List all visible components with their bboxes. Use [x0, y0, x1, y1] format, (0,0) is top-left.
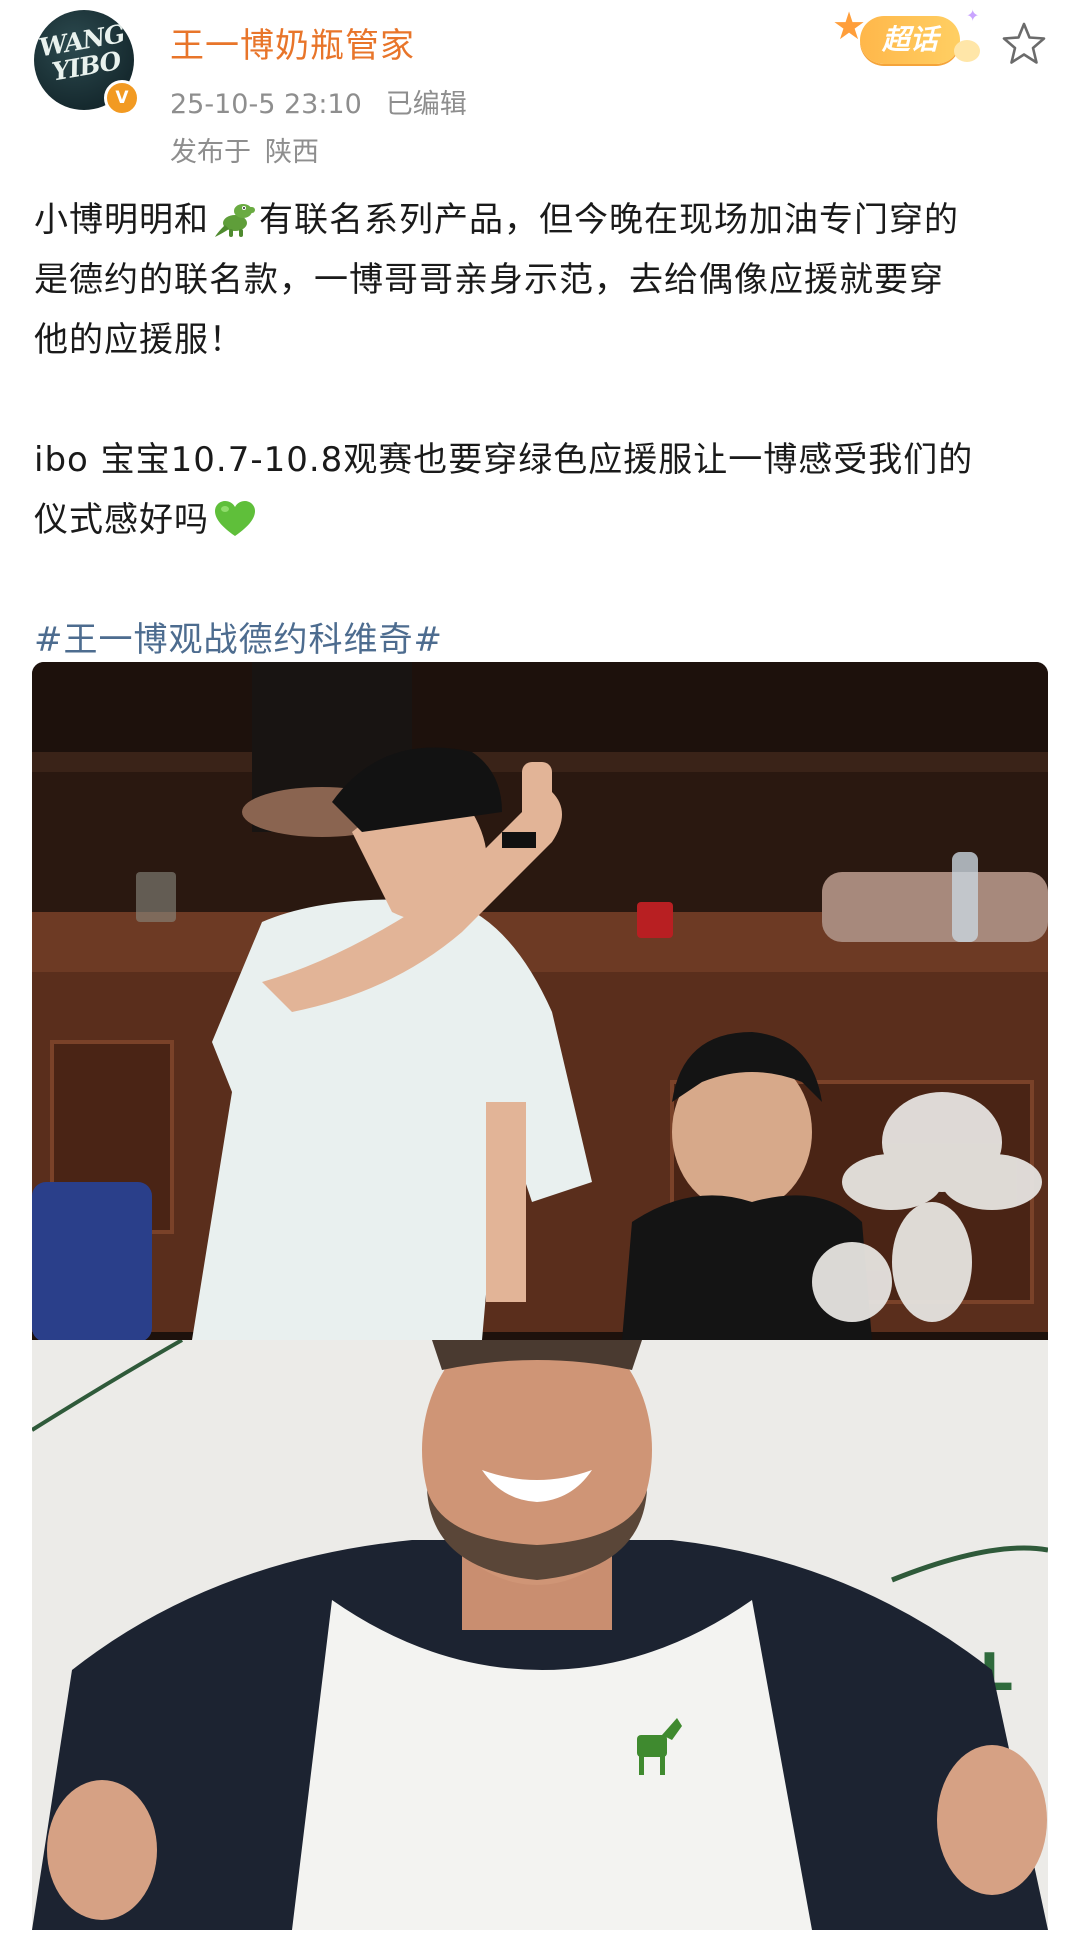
avatar-logo-text: WANG YIBO	[36, 18, 127, 87]
location-prefix: 发布于	[170, 137, 251, 168]
post-image-1[interactable]	[32, 662, 1048, 1340]
super-topic-label: 超话	[860, 16, 960, 64]
post-content: 小博明明和 有联名系列产品，但今晚在现场加油专门穿的 是德约的联名款，一博哥哥亲…	[34, 190, 1054, 670]
sparkle-icon: ✦	[966, 6, 980, 25]
weibo-post: WANG YIBO V 王一博奶瓶管家 25-10-5 23:10 已编辑 发布于…	[0, 0, 1080, 1945]
player-photo-illustration: B L	[32, 1340, 1048, 1930]
para1-text-b: 有联名系列产品，但今晚在现场加油专门穿的	[259, 200, 959, 240]
edited-label[interactable]: 已编辑	[386, 89, 467, 120]
post-location: 发布于 陕西	[170, 130, 319, 169]
verified-badge-icon: V	[104, 80, 140, 116]
topic-hashtag-link[interactable]: #王一博观战德约科维奇#	[34, 610, 1054, 670]
post-paragraph-2-line-2: 仪式感好吗	[34, 490, 1054, 550]
post-paragraph-1: 小博明明和 有联名系列产品，但今晚在现场加油专门穿的	[34, 190, 1054, 250]
star-outline-icon[interactable]	[1000, 20, 1048, 68]
post-paragraph-2: ibo 宝宝10.7-10.8观赛也要穿绿色应援服让一博感受我们的	[34, 440, 974, 480]
post-timestamp: 25-10-5 23:10	[170, 89, 362, 120]
post-paragraph-1-line-2: 是德约的联名款，一博哥哥亲身示范，去给偶像应援就要穿	[34, 260, 944, 300]
crocodile-emoji-icon	[215, 204, 255, 237]
author-name[interactable]: 王一博奶瓶管家	[170, 18, 415, 67]
post-header: WANG YIBO V 王一博奶瓶管家 25-10-5 23:10 已编辑 发布于…	[0, 0, 1080, 185]
stadium-photo-illustration	[32, 662, 1048, 1340]
super-topic-button[interactable]: ★ 超话 ✦	[826, 4, 986, 74]
super-topic-bubble-tail	[954, 40, 980, 62]
paragraph-spacer-2	[34, 550, 1054, 610]
post-paragraph-1-line-3: 他的应援服！	[34, 320, 244, 360]
para2-text-end: 仪式感好吗	[34, 500, 209, 540]
green-heart-emoji-icon	[215, 501, 255, 536]
post-image-2[interactable]: B L	[32, 1340, 1048, 1930]
post-meta: 25-10-5 23:10 已编辑	[170, 82, 467, 121]
location-value: 陕西	[265, 137, 319, 168]
para1-text-a: 小博明明和	[34, 200, 209, 240]
